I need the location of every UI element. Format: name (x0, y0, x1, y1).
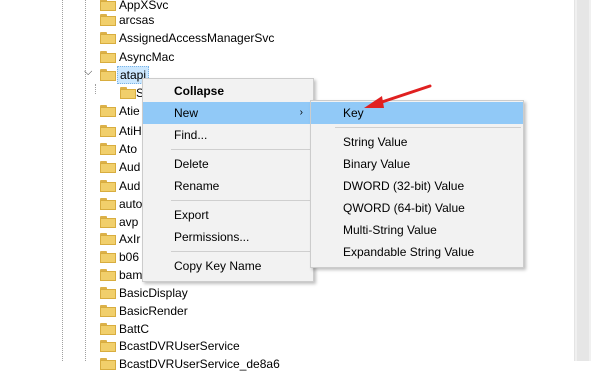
folder-icon (100, 32, 116, 44)
tree-item-label: auto (119, 197, 143, 211)
menu-separator (171, 149, 311, 150)
tree-item-label: arcsas (119, 13, 155, 27)
annotation-arrow-icon (364, 84, 432, 108)
tree-item-label: BcastDVRUserService_de8a6 (119, 357, 280, 371)
submenu-item-qword-value[interactable]: QWORD (64-bit) Value (311, 197, 523, 219)
folder-icon (100, 125, 116, 137)
scrollbar-thumb[interactable] (577, 0, 589, 361)
menu-item-delete[interactable]: Delete (143, 153, 313, 175)
menu-item-collapse[interactable]: Collapse (143, 80, 313, 102)
tree-item-label: AtiH (119, 124, 142, 138)
context-menu: Collapse New › Find... Delete Rename Exp… (142, 78, 314, 282)
menu-item-rename[interactable]: Rename (143, 175, 313, 197)
folder-icon (100, 51, 116, 63)
folder-icon (120, 87, 136, 99)
vertical-scrollbar[interactable] (574, 0, 591, 361)
folder-icon (100, 161, 116, 173)
folder-icon (100, 216, 116, 228)
submenu-item-dword-value[interactable]: DWORD (32-bit) Value (311, 175, 523, 197)
folder-icon (100, 180, 116, 192)
tree-item-label: b06 (119, 250, 140, 264)
menu-item-label: Delete (174, 157, 209, 171)
submenu-item-multi-string-value[interactable]: Multi-String Value (311, 219, 523, 241)
folder-icon (100, 287, 116, 299)
menu-separator (171, 200, 311, 201)
tree-item-label: Aud (119, 160, 141, 174)
menu-item-label: Rename (174, 179, 220, 193)
tree-item-label: AssignedAccessManagerSvc (119, 31, 275, 45)
tree-item-label: Ato (119, 142, 138, 156)
menu-item-label: Permissions... (174, 230, 250, 244)
folder-icon (100, 105, 116, 117)
menu-item-label: Export (174, 208, 209, 222)
menu-item-label: DWORD (32-bit) Value (343, 179, 465, 193)
menu-item-find[interactable]: Find... (143, 124, 313, 146)
menu-item-label: New (174, 106, 199, 120)
menu-item-label: Copy Key Name (174, 259, 262, 273)
chevron-down-icon[interactable]: ⌵ (84, 66, 92, 79)
folder-icon (100, 340, 116, 352)
submenu-item-expandable-string-value[interactable]: Expandable String Value (311, 241, 523, 263)
menu-item-export[interactable]: Export (143, 204, 313, 226)
menu-item-label: Multi-String Value (343, 223, 437, 237)
folder-icon (100, 14, 116, 26)
menu-item-label: Binary Value (343, 157, 411, 171)
folder-icon (100, 233, 116, 245)
menu-item-copy-key-name[interactable]: Copy Key Name (143, 255, 313, 277)
folder-icon (100, 305, 116, 317)
tree-item-label: BcastDVRUserService (119, 339, 240, 353)
submenu-item-binary-value[interactable]: Binary Value (311, 153, 523, 175)
folder-icon (100, 143, 116, 155)
menu-item-label: QWORD (64-bit) Value (343, 201, 465, 215)
tree-item-label: AsyncMac (119, 50, 175, 64)
folder-icon (100, 358, 116, 370)
menu-item-label: Find... (174, 128, 208, 142)
menu-separator (335, 127, 521, 128)
menu-item-label: Collapse (174, 84, 225, 98)
menu-item-label: String Value (343, 135, 408, 149)
folder-icon (100, 251, 116, 263)
tree-item-label: bam (119, 268, 143, 282)
menu-separator (171, 251, 311, 252)
tree-item-label: Aud (119, 179, 141, 193)
menu-item-permissions[interactable]: Permissions... (143, 226, 313, 248)
menu-item-new[interactable]: New › (143, 102, 313, 124)
tree-item-label: BasicRender (119, 304, 188, 318)
chevron-right-icon: › (299, 107, 303, 118)
folder-icon (100, 198, 116, 210)
tree-item-label: BasicDisplay (119, 286, 188, 300)
folder-icon (100, 323, 116, 335)
new-submenu: Key String Value Binary Value DWORD (32-… (310, 100, 524, 268)
folder-open-icon (100, 69, 116, 81)
tree-item-label: AxIr (119, 232, 141, 246)
folder-icon (100, 269, 116, 281)
tree-item[interactable]: BcastDVRUserService_de8a6 (0, 353, 560, 375)
tree-item-label: Atie (119, 104, 140, 118)
submenu-item-string-value[interactable]: String Value (311, 131, 523, 153)
menu-item-label: Expandable String Value (343, 245, 475, 259)
